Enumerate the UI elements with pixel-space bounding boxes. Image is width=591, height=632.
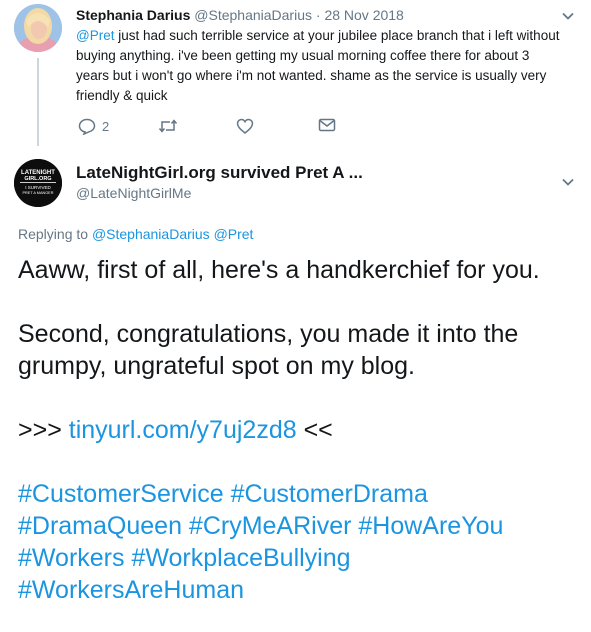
tweet1-separator: ·: [312, 7, 325, 23]
tweet2-handle[interactable]: @LateNightGirlMe: [76, 185, 191, 201]
link-suffix: <<: [296, 416, 333, 444]
message-button[interactable]: [318, 118, 336, 132]
avatar-latenightgirl[interactable]: LATENIGHT GIRL.ORG I SURVIVED PRET A MAN…: [14, 159, 62, 207]
reply-button[interactable]: 2: [78, 118, 109, 135]
avatar-text-3: I SURVIVED: [25, 185, 51, 190]
reply-count: 2: [102, 119, 110, 134]
tweet1-handle[interactable]: @StephaniaDarius: [194, 7, 312, 23]
tweet2-paragraph-1: Aaww, first of all, here's a handkerchie…: [18, 256, 540, 284]
replying-to-link-2[interactable]: @Pret: [214, 226, 254, 242]
hashtags-line-1[interactable]: #CustomerService #CustomerDrama: [18, 478, 583, 510]
avatar-stephania[interactable]: [14, 4, 62, 52]
retweet-icon: [158, 118, 178, 134]
tweet2-link-line: >>> tinyurl.com/y7uj2zd8 <<: [18, 414, 583, 446]
tweet2-body: Aaww, first of all, here's a handkerchie…: [18, 254, 583, 606]
tweet1-text: @Pret just had such terrible service at …: [76, 26, 566, 106]
avatar-text-4: PRET A MANGER: [23, 191, 54, 195]
link-prefix: >>>: [18, 416, 69, 444]
hashtags-line-4[interactable]: #WorkersAreHuman: [18, 574, 583, 606]
replying-to-link-1[interactable]: @StephaniaDarius: [92, 226, 210, 242]
hashtags-line-2[interactable]: #DramaQueen #CryMeARiver #HowAreYou: [18, 510, 583, 542]
tweet2-link[interactable]: tinyurl.com/y7uj2zd8: [69, 416, 297, 444]
message-icon: [318, 118, 336, 132]
replying-to: Replying to @StephaniaDarius @Pret: [18, 226, 253, 242]
like-icon: [236, 118, 254, 134]
hashtags-line-3[interactable]: #Workers #WorkplaceBullying: [18, 542, 583, 574]
chevron-down-icon[interactable]: [562, 12, 574, 20]
tweet1-display-name[interactable]: Stephania Darius: [76, 7, 190, 23]
thread-line: [37, 58, 39, 146]
tweet2-display-name[interactable]: LateNightGirl.org survived Pret A ...: [76, 163, 363, 183]
avatar-text-2: GIRL.ORG: [24, 176, 51, 182]
tweet2-paragraph-2: Second, congratulations, you made it int…: [18, 320, 519, 380]
retweet-button[interactable]: [158, 118, 178, 134]
tweet1-actions: 2: [76, 118, 356, 138]
reply-icon: [78, 118, 96, 135]
tweet1-body: just had such terrible service at your j…: [76, 28, 560, 103]
tweet1-header: Stephania Darius @StephaniaDarius · 28 N…: [76, 7, 404, 23]
tweet1-date[interactable]: 28 Nov 2018: [324, 7, 403, 23]
tweet1-mention[interactable]: @Pret: [76, 28, 114, 43]
chevron-down-icon[interactable]: [562, 178, 574, 186]
like-button[interactable]: [236, 118, 254, 134]
replying-prefix: Replying to: [18, 226, 92, 242]
